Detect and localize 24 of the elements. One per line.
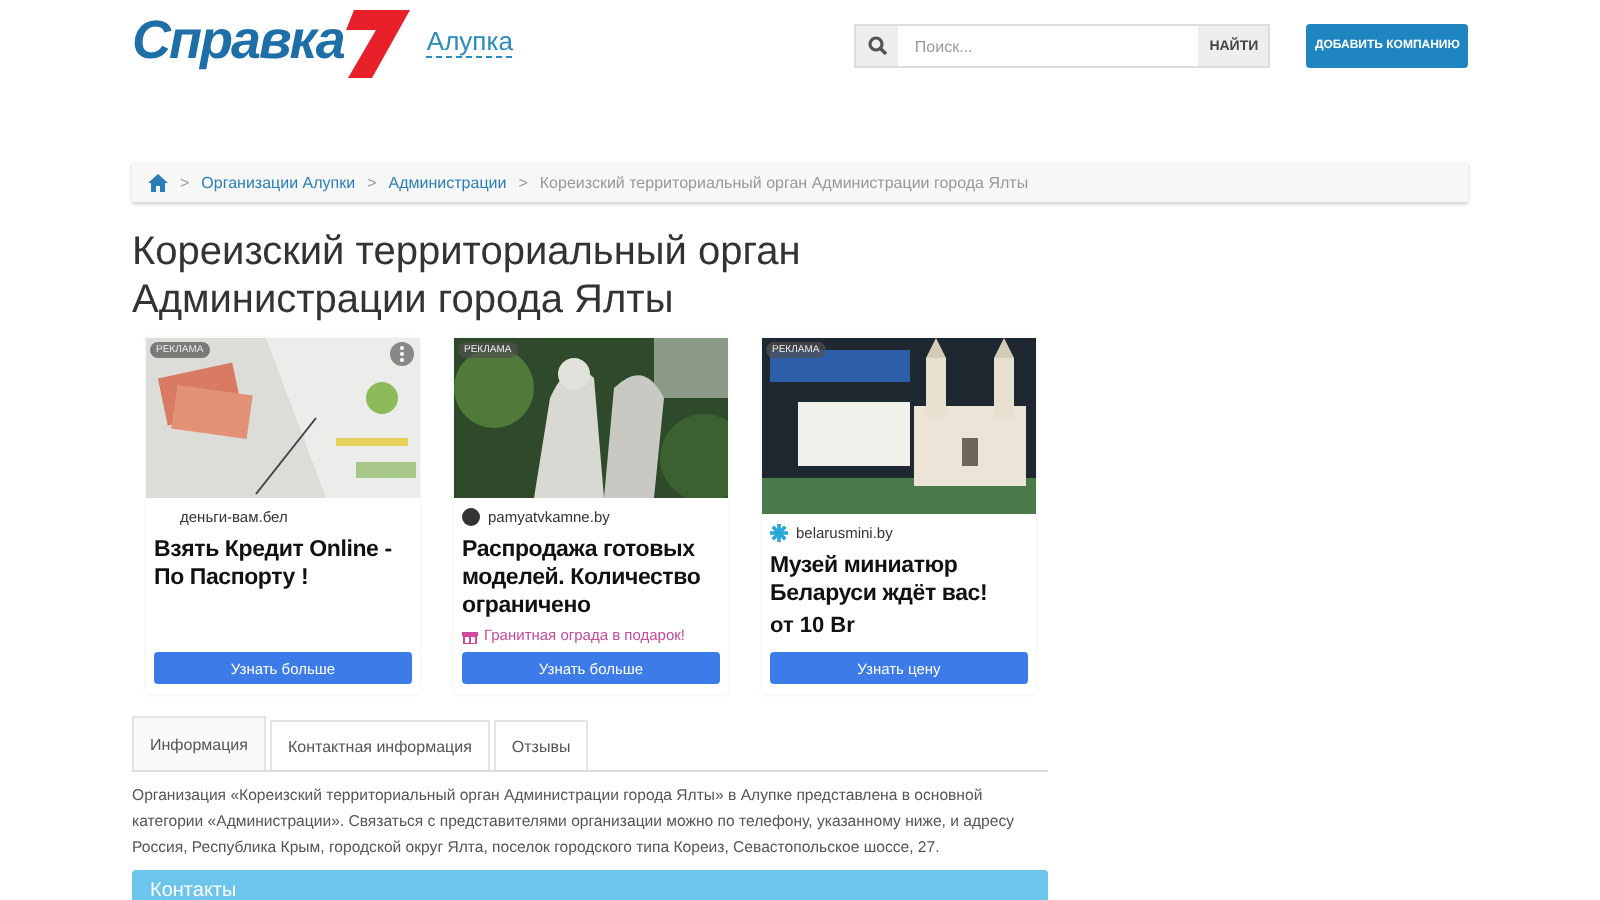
tab[interactable]: Информация — [132, 716, 266, 770]
seven-logo-icon — [345, 10, 410, 78]
search-field[interactable]: Поиск... — [898, 24, 1199, 68]
breadcrumb-link[interactable]: Администрации — [388, 173, 507, 191]
snowflake-icon — [770, 523, 788, 541]
breadcrumb-link[interactable]: Организации Алупки — [201, 173, 356, 191]
search-icon-button[interactable] — [854, 24, 899, 68]
ad-headline[interactable]: Взять Кредит Online - По Паспорту ! — [154, 536, 412, 592]
breadcrumb-separator: > — [367, 173, 377, 191]
search-icon — [867, 36, 888, 56]
ad-headline[interactable]: Распродажа готовых моделей. Количество ограничено — [462, 536, 720, 620]
tab[interactable]: Контактная информация — [269, 720, 490, 770]
contacts-header: Контакты — [132, 870, 1048, 900]
breadcrumb-current: Кореизский территориальный орган Администрации города Ялты — [539, 173, 1029, 191]
site-icon — [462, 507, 480, 525]
breadcrumb-separator: > — [518, 173, 528, 191]
logo-text[interactable]: Справка — [132, 10, 344, 70]
city-link[interactable]: Алупка — [426, 26, 513, 58]
page-title: Кореизский территориальный орган Администрации города Ялты — [132, 228, 803, 324]
ad-price: от 10 Br — [770, 614, 857, 638]
ad-headline[interactable]: Музей миниатюр Беларуси ждёт вас! — [770, 552, 1028, 608]
home-icon[interactable] — [148, 173, 168, 191]
tab[interactable]: Отзывы — [493, 720, 589, 770]
breadcrumb-separator: > — [180, 173, 190, 191]
